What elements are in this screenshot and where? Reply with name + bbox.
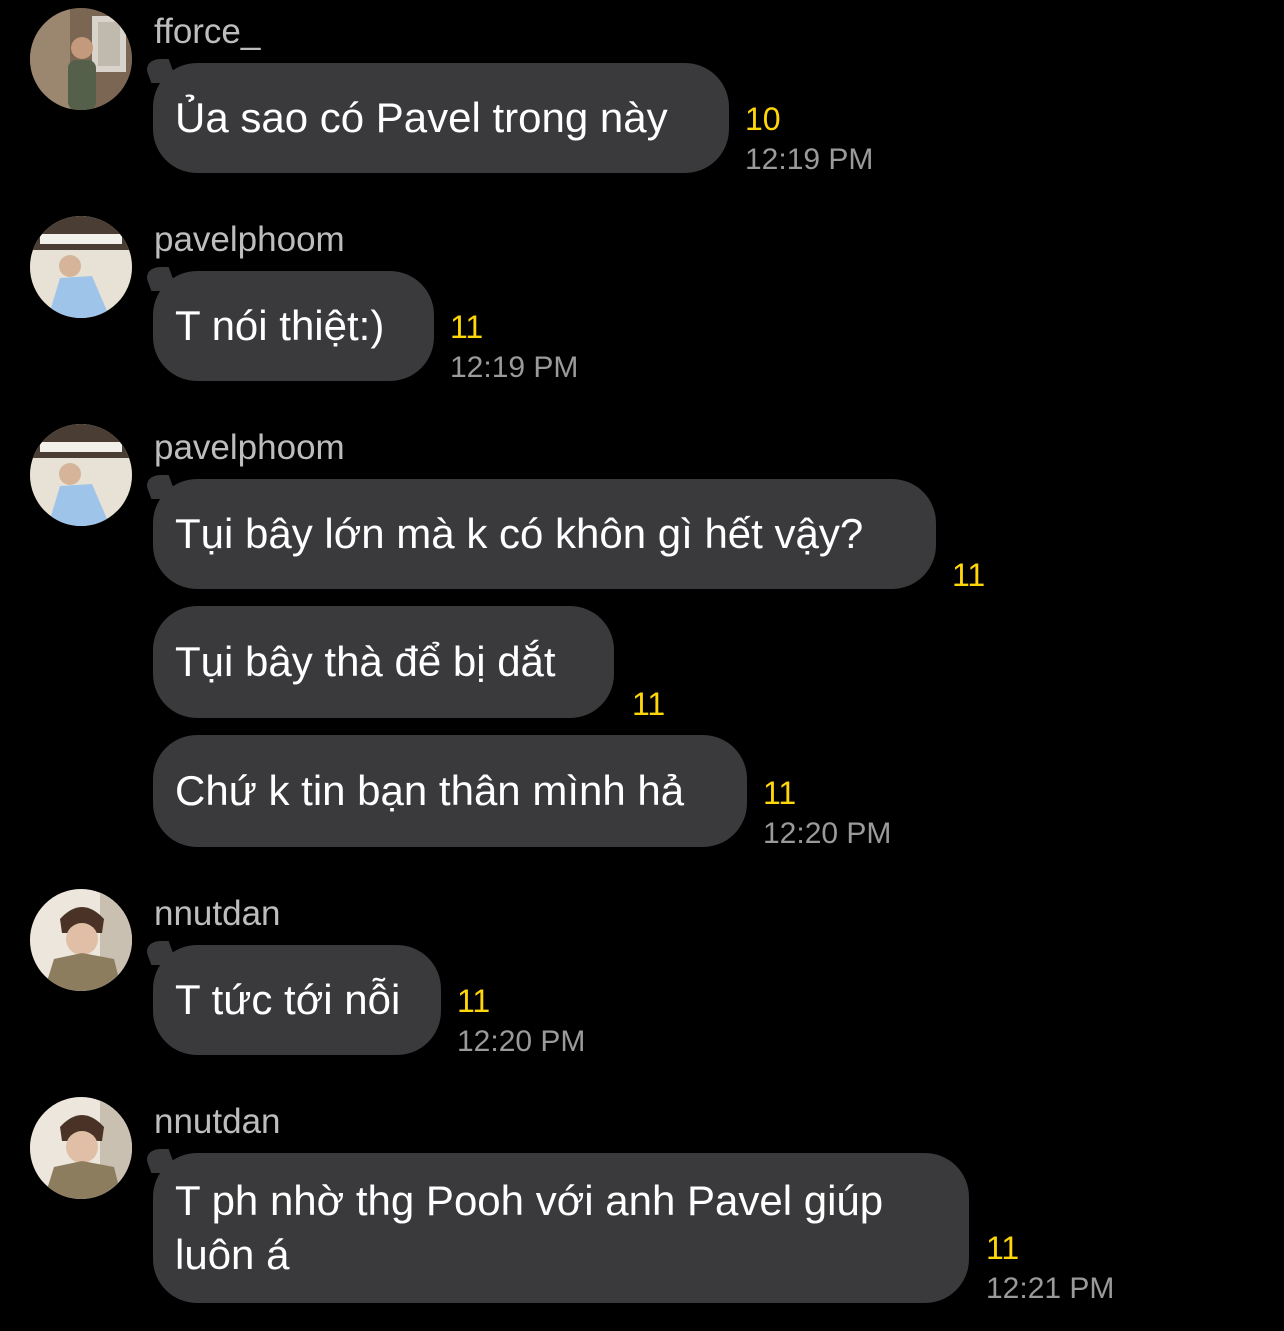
message-bubble[interactable]: Tụi bây lớn mà k có khôn gì hết vậy? [153, 479, 936, 589]
read-count: 11 [632, 686, 666, 722]
message-bubble[interactable]: T ph nhờ thg Pooh với anh Pavel giúp luô… [153, 1153, 969, 1303]
message-time: 12:20 PM [763, 817, 892, 850]
message-time: 12:21 PM [986, 1272, 1115, 1305]
avatar-fforce[interactable] [30, 8, 132, 110]
avatar-nnutdan[interactable] [30, 1097, 132, 1199]
message-text-line: T ph nhờ thg Pooh với anh Pavel giúp [175, 1177, 884, 1224]
read-count: 10 [745, 101, 781, 137]
message-bubble[interactable]: Chứ k tin bạn thân mình hả [153, 735, 747, 847]
message-text: T nói thiệt:) [175, 302, 385, 349]
avatar-photo-pavelphoom [30, 424, 132, 526]
avatar-photo-fforce [30, 8, 132, 110]
avatar-nnutdan[interactable] [30, 889, 132, 991]
message-text: T tức tới nỗi [175, 976, 401, 1023]
message-time: 12:19 PM [745, 143, 874, 176]
message-text: Chứ k tin bạn thân mình hả [175, 767, 685, 814]
message-bubble[interactable]: T tức tới nỗi [153, 945, 441, 1055]
read-count: 11 [763, 775, 797, 811]
message-bubble[interactable]: Ủa sao có Pavel trong này [153, 63, 729, 173]
read-count: 11 [457, 983, 491, 1019]
sender-name: pavelphoom [154, 428, 345, 467]
message-time: 12:20 PM [457, 1025, 586, 1058]
read-count: 11 [450, 309, 484, 345]
message-time: 12:19 PM [450, 351, 579, 384]
sender-name: fforce_ [154, 12, 261, 51]
read-count: 11 [986, 1230, 1020, 1266]
message-text: Tụi bây lớn mà k có khôn gì hết vậy? [175, 510, 864, 557]
avatar-photo-nnutdan [30, 889, 132, 991]
avatar-photo-nnutdan [30, 1097, 132, 1199]
message-text: Ủa sao có Pavel trong này [175, 94, 668, 141]
avatar-pavelphoom[interactable] [30, 424, 132, 526]
sender-name: nnutdan [154, 1102, 281, 1141]
message-bubble[interactable]: T nói thiệt:) [153, 271, 434, 381]
message-text-line: luôn á [175, 1231, 290, 1278]
read-count: 11 [952, 557, 986, 593]
message-text: Tụi bây thà để bị dắt [175, 638, 556, 685]
sender-name: pavelphoom [154, 220, 345, 259]
message-bubble[interactable]: Tụi bây thà để bị dắt [153, 606, 614, 718]
sender-name: nnutdan [154, 894, 281, 933]
avatar-photo-pavelphoom [30, 216, 132, 318]
avatar-pavelphoom[interactable] [30, 216, 132, 318]
